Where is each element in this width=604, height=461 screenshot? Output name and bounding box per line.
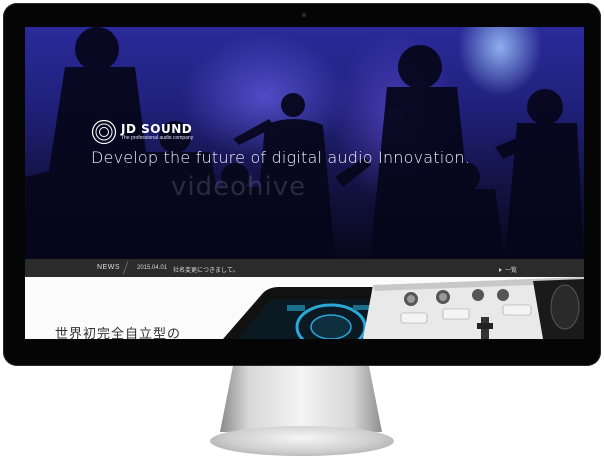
content-section: 世界初完全自立型の (25, 277, 584, 339)
brand-text-block: JD SOUND The professional audio company (121, 123, 193, 142)
monitor-bezel: JD SOUND The professional audio company … (3, 3, 601, 366)
news-date: 2015.04.01 (137, 265, 168, 271)
news-list-link[interactable]: 一覧 (499, 265, 517, 274)
jd-sound-logo-icon (91, 119, 117, 145)
monitor-stand-neck (220, 366, 382, 432)
news-label: NEWS (97, 264, 120, 271)
news-bar: NEWS 2015.04.01 社名変更につきまして。 一覧 (25, 259, 584, 277)
hero-banner: JD SOUND The professional audio company … (25, 27, 584, 259)
arrow-right-icon (499, 267, 502, 272)
camera-dot (302, 13, 306, 17)
brand-tagline: The professional audio company (121, 134, 194, 141)
section-heading: 世界初完全自立型の (55, 327, 182, 339)
monitor-stand-base (210, 426, 394, 456)
news-list-label: 一覧 (505, 268, 518, 274)
browser-screen: JD SOUND The professional audio company … (25, 27, 584, 339)
news-separator (122, 261, 129, 275)
watermark-text: videohive (171, 172, 307, 202)
brand-logo[interactable]: JD SOUND The professional audio company (91, 119, 193, 145)
hero-headline: Develop the future of digital audio Inno… (91, 148, 471, 167)
brand-name: JD SOUND (121, 121, 193, 136)
news-item-link[interactable]: 社名変更につきまして。 (173, 265, 239, 274)
dj-controller-image (223, 277, 584, 339)
